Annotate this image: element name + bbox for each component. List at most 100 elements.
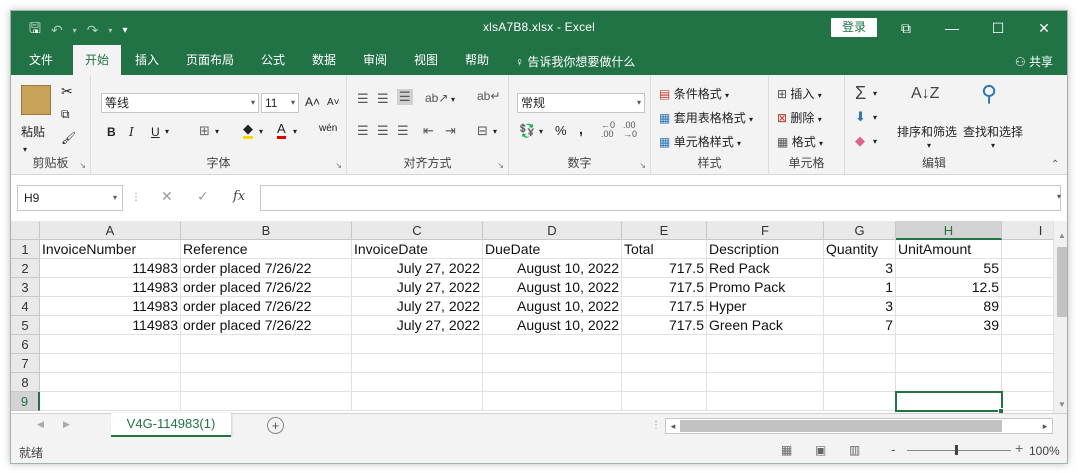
share-button[interactable]: ⚇ 共享 (1015, 53, 1053, 70)
increase-indent-icon[interactable]: ⇥ (445, 123, 456, 139)
clipboard-launcher-icon[interactable]: ↘ (79, 161, 86, 170)
table-cell[interactable] (622, 354, 707, 373)
expand-formula-bar-icon[interactable]: ▾ (1057, 192, 1061, 201)
fill-color-dropdown-icon[interactable]: ▾ (259, 127, 263, 136)
font-name-select[interactable]: 等线 ▾ (101, 93, 259, 113)
underline-button[interactable]: U (151, 125, 160, 139)
comma-style-button[interactable]: , (579, 121, 583, 137)
table-cell[interactable]: August 10, 2022 (483, 297, 622, 316)
underline-dropdown-icon[interactable]: ▾ (165, 127, 169, 136)
column-header[interactable]: G (824, 221, 896, 240)
table-cell[interactable]: Green Pack (707, 316, 824, 335)
format-as-table-button[interactable]: ▦ 套用表格格式 ▾ (659, 109, 753, 126)
table-cell[interactable]: 114983 (40, 316, 181, 335)
sort-filter-icon[interactable]: A↓Z (911, 85, 939, 103)
table-cell[interactable]: Promo Pack (707, 278, 824, 297)
tab-page-layout[interactable]: 页面布局 (177, 45, 243, 75)
scroll-left-icon[interactable]: ◂ (666, 419, 680, 433)
table-cell[interactable] (1002, 373, 1053, 392)
table-cell[interactable]: 3 (824, 297, 896, 316)
table-cell[interactable]: InvoiceDate (352, 240, 483, 259)
worksheet-grid[interactable]: A B C D E F G H I 1 InvoiceNumber Reference InvoiceD… (11, 221, 1053, 413)
table-cell[interactable]: 717.5 (622, 297, 707, 316)
scroll-right-icon[interactable]: ▸ (1038, 419, 1052, 433)
vertical-scroll-thumb[interactable] (1057, 247, 1067, 317)
align-right-icon[interactable]: ☰ (397, 123, 409, 139)
column-header[interactable]: I (1002, 221, 1053, 240)
clear-dropdown-icon[interactable]: ▾ (873, 137, 877, 146)
percent-style-button[interactable]: % (555, 123, 567, 138)
table-cell[interactable]: July 27, 2022 (352, 297, 483, 316)
conditional-formatting-button[interactable]: ▤ 条件格式 ▾ (659, 85, 729, 102)
table-cell[interactable] (181, 373, 352, 392)
number-launcher-icon[interactable]: ↘ (639, 161, 646, 170)
ribbon-display-options-icon[interactable]: ⧉ (883, 11, 929, 45)
zoom-level[interactable]: 100% (1029, 444, 1060, 458)
table-cell[interactable]: 717.5 (622, 278, 707, 297)
borders-dropdown-icon[interactable]: ▾ (215, 127, 219, 136)
bottom-align-icon[interactable]: ☰ (397, 89, 413, 105)
column-header[interactable]: D (483, 221, 622, 240)
sort-filter-button[interactable]: 排序和筛选 (897, 123, 957, 140)
format-cells-button[interactable]: ▦ 格式 ▾ (777, 133, 823, 150)
sheet-nav-prev-icon[interactable]: ◀ (37, 419, 44, 430)
row-header[interactable]: 7 (11, 354, 40, 373)
formula-input[interactable] (260, 185, 1061, 211)
table-cell[interactable] (352, 392, 483, 411)
table-cell[interactable]: 3 (824, 259, 896, 278)
column-header[interactable]: F (707, 221, 824, 240)
row-header[interactable]: 1 (11, 240, 40, 259)
orientation-dropdown-icon[interactable]: ▾ (451, 95, 455, 104)
horizontal-scrollbar[interactable]: ◂ ▸ (665, 418, 1053, 434)
phonetic-guide-icon[interactable]: wén (319, 123, 337, 134)
row-header[interactable]: 6 (11, 335, 40, 354)
column-header[interactable]: H (896, 221, 1002, 240)
table-cell[interactable] (622, 373, 707, 392)
minimize-button[interactable]: — (929, 11, 975, 45)
table-cell[interactable] (181, 354, 352, 373)
alignment-launcher-icon[interactable]: ↘ (497, 161, 504, 170)
table-cell[interactable]: Quantity (824, 240, 896, 259)
find-select-button[interactable]: 查找和选择 (963, 123, 1023, 140)
table-cell[interactable] (352, 373, 483, 392)
table-cell[interactable]: order placed 7/26/22 (181, 316, 352, 335)
insert-function-button[interactable]: fx (233, 189, 245, 204)
merge-dropdown-icon[interactable]: ▾ (493, 127, 497, 136)
horizontal-scroll-thumb[interactable] (680, 420, 1002, 432)
table-cell[interactable] (622, 335, 707, 354)
cut-icon[interactable]: ✂ (61, 83, 73, 100)
column-header[interactable]: B (181, 221, 352, 240)
table-cell[interactable]: Total (622, 240, 707, 259)
column-header[interactable]: E (622, 221, 707, 240)
table-cell[interactable]: order placed 7/26/22 (181, 297, 352, 316)
sort-dropdown-icon[interactable]: ▾ (927, 141, 931, 150)
font-color-dropdown-icon[interactable]: ▾ (293, 127, 297, 136)
name-box[interactable]: H9 ▾ (17, 185, 123, 211)
font-color-icon[interactable]: A (277, 121, 286, 139)
close-button[interactable]: ✕ (1021, 11, 1067, 45)
paste-dropdown-icon[interactable]: ▾ (23, 145, 27, 154)
zoom-out-button[interactable]: - (891, 441, 896, 457)
zoom-slider-knob[interactable] (955, 445, 958, 455)
column-header[interactable]: A (40, 221, 181, 240)
tab-insert[interactable]: 插入 (127, 45, 167, 75)
formula-bar-splitter-icon[interactable]: ⋮ (131, 192, 141, 203)
number-format-select[interactable]: 常规 ▾ (517, 93, 645, 113)
accounting-format-icon[interactable]: 💱 (519, 123, 535, 139)
top-align-icon[interactable]: ☰ (357, 91, 369, 107)
add-sheet-icon[interactable]: + (267, 417, 284, 434)
table-cell[interactable]: August 10, 2022 (483, 278, 622, 297)
table-cell[interactable] (1002, 392, 1053, 411)
decrease-indent-icon[interactable]: ⇤ (423, 123, 434, 139)
table-cell[interactable]: InvoiceNumber (40, 240, 181, 259)
table-cell[interactable] (40, 392, 181, 411)
table-cell[interactable]: 114983 (40, 278, 181, 297)
table-cell[interactable]: August 10, 2022 (483, 259, 622, 278)
table-cell[interactable]: 114983 (40, 259, 181, 278)
row-header[interactable]: 4 (11, 297, 40, 316)
copy-icon[interactable]: ⧉ (61, 107, 70, 122)
column-header[interactable]: C (352, 221, 483, 240)
table-cell[interactable]: July 27, 2022 (352, 316, 483, 335)
table-cell[interactable]: 39 (896, 316, 1002, 335)
tab-help[interactable]: 帮助 (457, 45, 497, 75)
